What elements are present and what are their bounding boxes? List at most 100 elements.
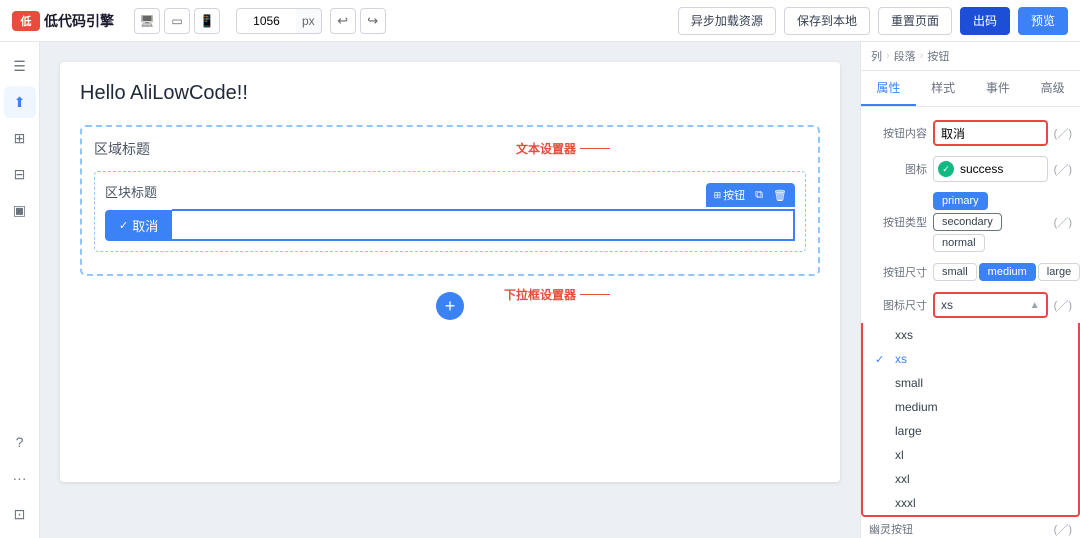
button-row-container: ⊞ 按钮 ⧉ 🗑 ✓ 取消	[105, 209, 795, 241]
canvas-frame: Hello AliLowCode!! 文本设置器 区域标题 区块标题 ⊞ 按钮	[60, 62, 840, 482]
logo: 低 低代码引擎	[12, 11, 114, 31]
sidebar-icon-upload[interactable]: ⬆	[4, 86, 36, 118]
device-selector: 🖥 ▭ 📱	[134, 8, 220, 34]
dropdown-item-xxl[interactable]: xxl	[863, 467, 1078, 491]
icon-size-value: xs	[941, 298, 953, 312]
dropdown-item-xxxl[interactable]: xxxl	[863, 491, 1078, 515]
sidebar-icon-grid[interactable]: ⊞	[4, 122, 36, 154]
size-small[interactable]: small	[933, 263, 977, 281]
tablet-device-btn[interactable]: ▭	[164, 8, 190, 34]
btn-type-group: primary secondary normal	[933, 192, 1048, 252]
dropdown-item-large[interactable]: large	[863, 419, 1078, 443]
dropdown-item-medium[interactable]: medium	[863, 395, 1078, 419]
btn-type-label: 按钮类型	[869, 214, 927, 230]
tabs-row: 属性 样式 事件 高级	[861, 71, 1080, 107]
prop-btn-content: 按钮内容 (／)	[861, 115, 1080, 151]
canvas-section: 区域标题 区块标题 ⊞ 按钮 ⧉ 🗑	[80, 125, 820, 276]
btn-type-buttons: primary secondary	[933, 192, 1048, 231]
desktop-device-btn[interactable]: 🖥	[134, 8, 160, 34]
logo-text: 低代码引擎	[44, 11, 114, 31]
dropdown-item-xl[interactable]: xl	[863, 443, 1078, 467]
sidebar-icon-image[interactable]: ▣	[4, 194, 36, 226]
btn-type-secondary[interactable]: secondary	[933, 213, 1002, 231]
sync-resources-btn[interactable]: 异步加载资源	[678, 7, 776, 35]
dropdown-item-xs[interactable]: ✓ xs	[863, 347, 1078, 371]
topbar: 低 低代码引擎 🖥 ▭ 📱 px ↩ ↪ 异步加载资源 保存到本地 重置页面 出…	[0, 0, 1080, 42]
logo-icon: 低	[12, 11, 40, 31]
icon-size-action[interactable]: (／)	[1054, 297, 1072, 313]
canvas-area: Hello AliLowCode!! 文本设置器 区域标题 区块标题 ⊞ 按钮	[40, 42, 860, 538]
page-title: Hello AliLowCode!!	[80, 82, 820, 105]
prop-ghost: 幽灵按钮 (／)	[861, 517, 1080, 538]
undo-redo-group: ↩ ↪	[330, 8, 386, 34]
size-large[interactable]: large	[1038, 263, 1080, 281]
tab-advanced[interactable]: 高级	[1025, 71, 1080, 106]
btn-size-label: 按钮尺寸	[869, 264, 927, 280]
right-panel: 列 › 段落 › 按钮 属性 样式 事件 高级 按钮内容 (／)	[860, 42, 1080, 538]
btn-toolbar: ⊞ 按钮 ⧉ 🗑	[706, 183, 795, 207]
breadcrumb-item-2[interactable]: 按钮	[927, 48, 949, 64]
section-inner: 区块标题 ⊞ 按钮 ⧉ 🗑 ✓	[94, 171, 806, 252]
prop-btn-type: 按钮类型 primary secondary normal (／)	[861, 187, 1080, 257]
icon-action[interactable]: (／)	[1054, 161, 1072, 177]
icon-size-label: 图标尺寸	[869, 297, 927, 313]
main-layout: ☰ ⬆ ⊞ ⊟ ▣ ? ··· ⊡ Hello AliLowCode!! 文本设…	[0, 42, 1080, 538]
breadcrumb-item-0[interactable]: 列	[871, 48, 882, 64]
btn-content-action[interactable]: (／)	[1054, 125, 1072, 141]
width-input-group: px	[236, 8, 322, 34]
redo-btn[interactable]: ↪	[360, 8, 386, 34]
check-mark-xs: ✓	[875, 353, 889, 366]
icon-size-dropdown-menu: xxs ✓ xs small medium large	[861, 323, 1080, 517]
size-medium[interactable]: medium	[979, 263, 1036, 281]
sidebar-icon-more[interactable]: ···	[4, 462, 36, 494]
dropdown-item-xxs[interactable]: xxs	[863, 323, 1078, 347]
tab-properties[interactable]: 属性	[861, 71, 916, 106]
breadcrumb-item-1[interactable]: 段落	[894, 48, 916, 64]
cancel-button[interactable]: ✓ 取消	[105, 210, 172, 241]
prop-btn-size: 按钮尺寸 small medium large (／)	[861, 257, 1080, 287]
px-unit-label: px	[296, 8, 322, 34]
button-row: ✓ 取消	[105, 209, 795, 241]
btn-type-action[interactable]: (／)	[1054, 214, 1072, 230]
prop-icon: 图标 ✓ ✕ (／)	[861, 151, 1080, 187]
inner-label: 区块标题	[105, 182, 795, 201]
dropdown-item-small[interactable]: small	[863, 371, 1078, 395]
btn-content-input[interactable]	[933, 120, 1048, 146]
icon-input-row: ✓ ✕	[933, 156, 1048, 182]
panel-content: 按钮内容 (／) 图标 ✓ ✕ (／) 按钮类型	[861, 107, 1080, 538]
mobile-device-btn[interactable]: 📱	[194, 8, 220, 34]
undo-btn[interactable]: ↩	[330, 8, 356, 34]
tab-events[interactable]: 事件	[971, 71, 1026, 106]
sidebar-icon-code[interactable]: ⊡	[4, 498, 36, 530]
dropdown-arrow-icon: ▲	[1030, 300, 1040, 311]
sidebar-icon-help[interactable]: ?	[4, 426, 36, 458]
btn-type-normal[interactable]: normal	[933, 234, 985, 252]
breadcrumb: 列 › 段落 › 按钮	[861, 42, 1080, 71]
check-icon-small: ✓	[938, 161, 954, 177]
icon-size-dropdown[interactable]: xs ▲	[933, 292, 1048, 318]
btn-toolbar-copy[interactable]: ⧉	[751, 185, 767, 205]
btn-toolbar-delete[interactable]: 🗑	[769, 185, 791, 205]
save-local-btn[interactable]: 保存到本地	[784, 7, 870, 35]
code-export-btn[interactable]: 出码	[960, 7, 1010, 35]
check-icon: ✓	[119, 219, 128, 232]
add-row: +	[80, 292, 820, 320]
add-component-btn[interactable]: +	[436, 292, 464, 320]
reset-page-btn[interactable]: 重置页面	[878, 7, 952, 35]
section-title: 区域标题	[94, 139, 806, 159]
prop-icon-size: 图标尺寸 xs ▲ (／)	[861, 287, 1080, 323]
sidebar-icon-menu[interactable]: ☰	[4, 50, 36, 82]
btn-content-value-container	[933, 120, 1048, 146]
btn-type-primary[interactable]: primary	[933, 192, 988, 210]
left-sidebar: ☰ ⬆ ⊞ ⊟ ▣ ? ··· ⊡	[0, 42, 40, 538]
ghost-action[interactable]: (／)	[1054, 521, 1072, 537]
sidebar-icon-layers[interactable]: ⊟	[4, 158, 36, 190]
icon-input[interactable]	[954, 162, 1048, 176]
icon-label: 图标	[869, 161, 927, 177]
size-group: small medium large	[933, 263, 1080, 281]
canvas-width-input[interactable]	[236, 8, 296, 34]
btn-toolbar-label[interactable]: ⊞ 按钮	[710, 185, 750, 205]
preview-btn[interactable]: 预览	[1018, 7, 1068, 35]
text-input-field[interactable]	[172, 209, 795, 241]
tab-styles[interactable]: 样式	[916, 71, 971, 106]
